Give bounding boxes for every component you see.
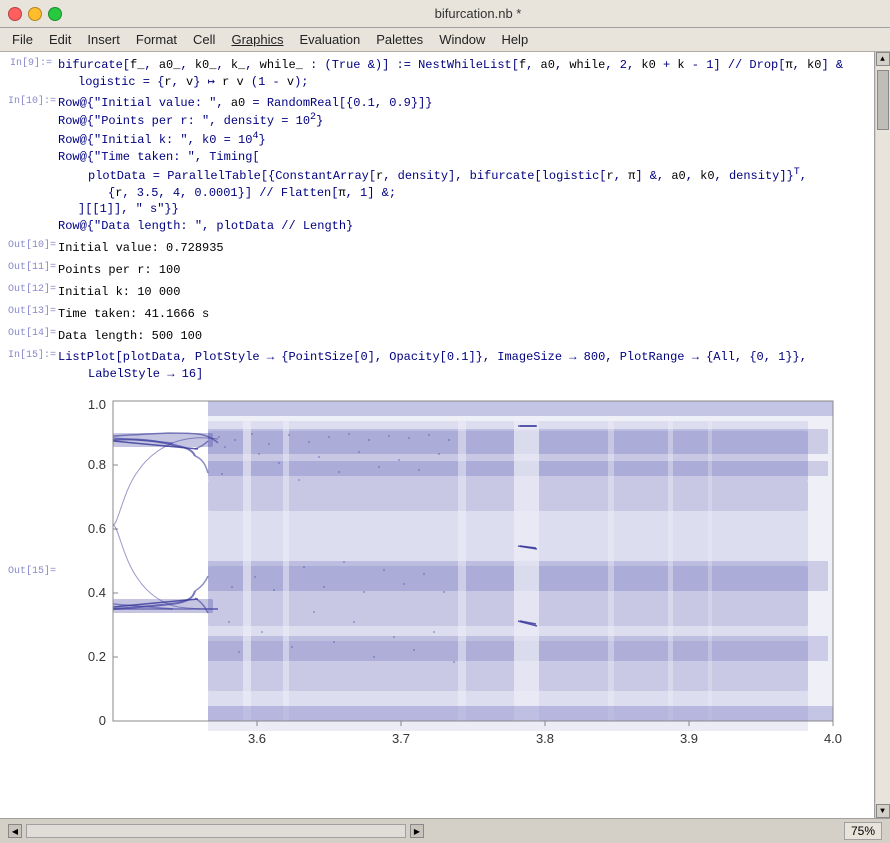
statusbar-left: ◀ ▶ xyxy=(8,824,424,838)
menu-edit[interactable]: Edit xyxy=(41,30,79,49)
svg-text:0.2: 0.2 xyxy=(88,649,106,664)
title-bar: bifurcation.nb * xyxy=(0,0,890,28)
menu-palettes[interactable]: Palettes xyxy=(368,30,431,49)
maximize-button[interactable] xyxy=(48,7,62,21)
out-initial-value: Out[10]= Initial value: 0.728935 xyxy=(8,238,866,258)
scroll-up-button[interactable]: ▲ xyxy=(876,52,890,66)
menu-format[interactable]: Format xyxy=(128,30,185,49)
code-line: Row@{"Data length: ", plotData // Length… xyxy=(58,218,866,235)
svg-text:0.6: 0.6 xyxy=(88,521,106,536)
svg-text:0.8: 0.8 xyxy=(88,457,106,472)
status-bar: ◀ ▶ 75% xyxy=(0,818,890,843)
menu-help[interactable]: Help xyxy=(493,30,536,49)
cell-2: In[10]:= Row@{"Initial value: ", a0 = Ra… xyxy=(8,94,866,236)
scroll-down-button[interactable]: ▼ xyxy=(876,804,890,818)
scroll-thumb[interactable] xyxy=(877,70,889,130)
out-label-11: Out[11]= xyxy=(8,260,58,280)
menu-evaluation[interactable]: Evaluation xyxy=(291,30,368,49)
menu-bar: File Edit Insert Format Cell Graphics Ev… xyxy=(0,28,890,52)
horizontal-scroll-track[interactable] xyxy=(26,824,406,838)
out-time: Out[13]= Time taken: 41.1666 s xyxy=(8,304,866,324)
out-content-11: Points per r: 100 xyxy=(58,260,866,280)
out-content-14: Data length: 500 100 xyxy=(58,326,866,346)
cell-1-label: In[9]:= xyxy=(8,56,58,92)
out-content-13: Time taken: 41.1666 s xyxy=(58,304,866,324)
menu-file[interactable]: File xyxy=(4,30,41,49)
svg-text:0.4: 0.4 xyxy=(88,585,106,600)
cell-2-label: In[10]:= xyxy=(8,94,58,236)
out-label-14: Out[14]= xyxy=(8,326,58,346)
notebook-content[interactable]: In[9]:= bifurcate[f_, a0_, k0_, k_, whil… xyxy=(0,52,874,818)
cell-2-content[interactable]: Row@{"Initial value: ", a0 = RandomReal[… xyxy=(58,94,866,236)
code-line: Row@{"Time taken: ", Timing[ xyxy=(58,149,866,166)
svg-text:3.7: 3.7 xyxy=(392,731,410,746)
cell-15-label: In[15]:= xyxy=(8,348,58,384)
menu-insert[interactable]: Insert xyxy=(79,30,128,49)
out-label-12: Out[12]= xyxy=(8,282,58,302)
cell-1-content[interactable]: bifurcate[f_, a0_, k0_, k_, while_ : (Tr… xyxy=(58,56,866,92)
code-line: LabelStyle → 16] xyxy=(58,366,866,383)
scroll-track[interactable] xyxy=(876,66,890,804)
menu-graphics[interactable]: Graphics xyxy=(223,30,291,49)
svg-text:3.6: 3.6 xyxy=(248,731,266,746)
code-line: Row@{"Initial value: ", a0 = RandomReal[… xyxy=(58,95,866,112)
out-data-length: Out[14]= Data length: 500 100 xyxy=(8,326,866,346)
code-line: plotData = ParallelTable[{ConstantArray[… xyxy=(58,166,866,185)
cell-1: In[9]:= bifurcate[f_, a0_, k0_, k_, whil… xyxy=(8,56,866,92)
code-line: {r, 3.5, 4, 0.0001}] // Flatten[π, 1] &; xyxy=(58,185,866,202)
output-text: Initial k: 10 000 xyxy=(58,283,866,301)
minimize-button[interactable] xyxy=(28,7,42,21)
close-button[interactable] xyxy=(8,7,22,21)
svg-text:4.0: 4.0 xyxy=(824,731,842,746)
svg-text:3.8: 3.8 xyxy=(536,731,554,746)
out-initial-k: Out[12]= Initial k: 10 000 xyxy=(8,282,866,302)
out-label-13: Out[13]= xyxy=(8,304,58,324)
code-line: ][[1]], " s"}} xyxy=(58,201,866,218)
out-label-10: Out[10]= xyxy=(8,238,58,258)
out-plot: Out[15]= 0 0.2 0.4 0.6 0.8 1.0 xyxy=(8,386,866,776)
out-content-10: Initial value: 0.728935 xyxy=(58,238,866,258)
code-line: ListPlot[plotData, PlotStyle → {PointSiz… xyxy=(58,349,866,366)
out-label-15: Out[15]= xyxy=(8,386,58,776)
scroll-left-button[interactable]: ◀ xyxy=(8,824,22,838)
svg-text:0: 0 xyxy=(99,713,106,728)
output-text: Time taken: 41.1666 s xyxy=(58,305,866,323)
zoom-level[interactable]: 75% xyxy=(844,822,882,840)
svg-text:1.0: 1.0 xyxy=(88,397,106,412)
output-text: Initial value: 0.728935 xyxy=(58,239,866,257)
svg-text:3.9: 3.9 xyxy=(680,731,698,746)
bifurcation-plot-container: 0 0.2 0.4 0.6 0.8 1.0 3.6 3.7 xyxy=(58,386,866,776)
cell-15-content[interactable]: ListPlot[plotData, PlotStyle → {PointSiz… xyxy=(58,348,866,384)
out-points: Out[11]= Points per r: 100 xyxy=(8,260,866,280)
menu-cell[interactable]: Cell xyxy=(185,30,223,49)
out-content-12: Initial k: 10 000 xyxy=(58,282,866,302)
bifurcation-diagram: 0 0.2 0.4 0.6 0.8 1.0 3.6 3.7 xyxy=(58,391,848,771)
main-area: In[9]:= bifurcate[f_, a0_, k0_, k_, whil… xyxy=(0,52,890,818)
code-line: Row@{"Initial k: ", k0 = 104} xyxy=(58,130,866,149)
cell-listplot: In[15]:= ListPlot[plotData, PlotStyle → … xyxy=(8,348,866,384)
menu-window[interactable]: Window xyxy=(431,30,493,49)
vertical-scrollbar[interactable]: ▲ ▼ xyxy=(874,52,890,818)
output-text: Points per r: 100 xyxy=(58,261,866,279)
code-line: bifurcate[f_, a0_, k0_, k_, while_ : (Tr… xyxy=(58,57,866,74)
window-controls[interactable] xyxy=(8,7,62,21)
code-line: Row@{"Points per r: ", density = 102} xyxy=(58,111,866,130)
window-title: bifurcation.nb * xyxy=(74,6,882,21)
output-text: Data length: 500 100 xyxy=(58,327,866,345)
code-line: logistic = {r, v} ↦ r v (1 - v); xyxy=(58,74,866,91)
scroll-right-button[interactable]: ▶ xyxy=(410,824,424,838)
